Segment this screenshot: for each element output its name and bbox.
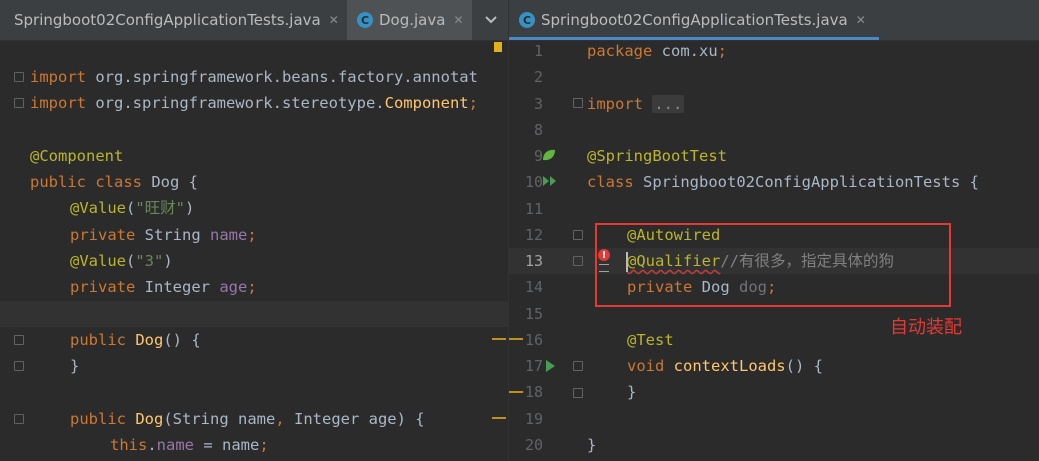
code-line[interactable]: @Component [0, 143, 508, 169]
tab-label: Springboot02ConfigApplicationTests.java [541, 11, 848, 29]
code-line[interactable]: public Dog() { [0, 327, 508, 353]
line-number: 11 [524, 200, 543, 218]
tab-label: Dog.java [379, 11, 446, 29]
tab-dog-java[interactable]: C Dog.java ✕ [347, 0, 472, 40]
close-icon[interactable]: ✕ [453, 13, 463, 27]
chevron-down-icon[interactable] [474, 0, 508, 40]
line-number: 2 [533, 68, 543, 86]
code-line[interactable]: import ... [509, 91, 1039, 117]
code-line[interactable]: } [509, 432, 1039, 458]
code-line[interactable]: class Springboot02ConfigApplicationTests… [509, 169, 1039, 195]
tab-springboot02-tests[interactable]: Springboot02ConfigApplicationTests.java … [0, 0, 359, 40]
warning-marker[interactable] [494, 42, 502, 52]
line-number: 19 [524, 410, 543, 428]
code-line[interactable]: @Value("旺财") [0, 195, 508, 221]
code-line[interactable]: import org.springframework.beans.factory… [0, 64, 508, 90]
class-icon: C [519, 12, 535, 28]
code-line[interactable]: private Integer age; [0, 274, 508, 300]
current-line-highlight [0, 301, 508, 327]
code-line[interactable]: import org.springframework.stereotype.Co… [0, 90, 508, 116]
class-icon: C [357, 12, 373, 28]
code-line[interactable]: } [509, 379, 1039, 405]
code-line[interactable]: @Value("3") [0, 248, 508, 274]
right-editor-pane: C Springboot02ConfigApplicationTests.jav… [509, 0, 1039, 461]
left-editor-pane: Springboot02ConfigApplicationTests.java … [0, 0, 508, 461]
code-line[interactable]: void contextLoads() { [509, 353, 1039, 379]
left-tab-bar: Springboot02ConfigApplicationTests.java … [0, 0, 508, 41]
code-line[interactable]: this.name = name; [0, 432, 508, 458]
line-number: 8 [533, 121, 543, 139]
code-line[interactable]: } [0, 353, 508, 379]
code-line[interactable]: @SpringBootTest [509, 143, 1039, 169]
line-number: 15 [524, 305, 543, 323]
annotation-box [595, 223, 951, 307]
annotation-label: 自动装配 [890, 317, 962, 338]
code-line[interactable]: public class Dog { [0, 169, 508, 195]
code-line[interactable]: package com.xu; [509, 38, 1039, 64]
close-icon[interactable]: ✕ [856, 13, 866, 27]
folded-imports[interactable]: ... [652, 95, 685, 113]
close-icon[interactable]: ✕ [329, 13, 339, 27]
code-line[interactable]: private String name; [0, 222, 508, 248]
tab-springboot02-tests-active[interactable]: C Springboot02ConfigApplicationTests.jav… [509, 0, 879, 40]
code-line[interactable]: public Dog(String name, Integer age) { [0, 406, 508, 432]
tab-label: Springboot02ConfigApplicationTests.java [14, 11, 321, 29]
right-tab-bar: C Springboot02ConfigApplicationTests.jav… [509, 0, 1039, 41]
